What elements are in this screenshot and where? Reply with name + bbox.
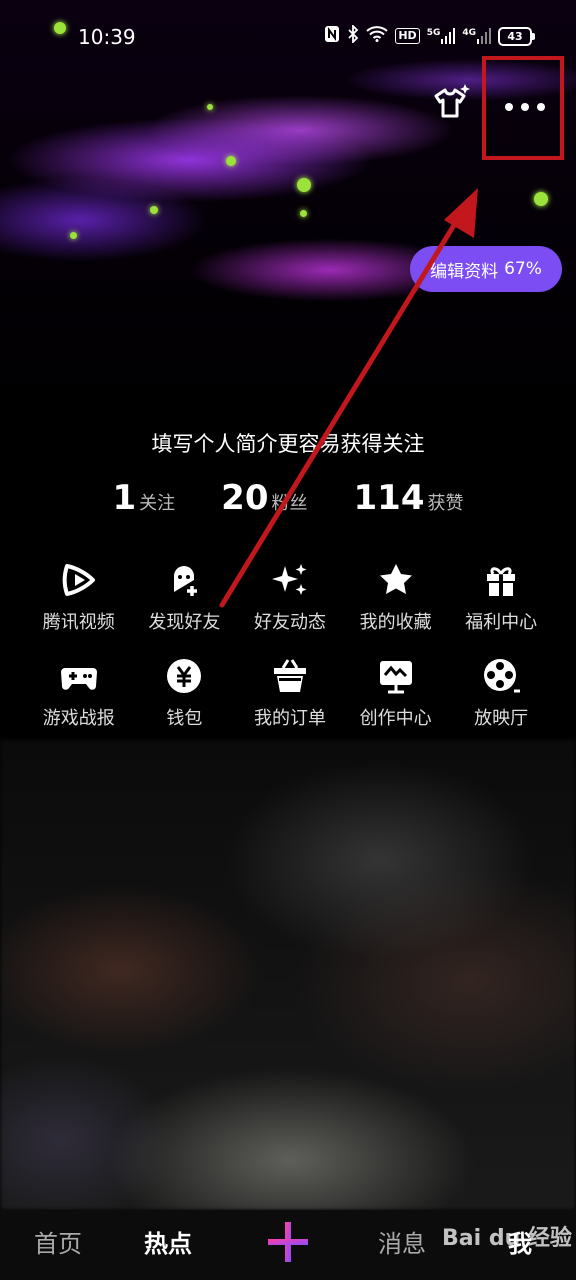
gamepad-icon	[60, 668, 97, 690]
my-orders-item[interactable]: 我的订单	[237, 656, 343, 730]
grid-label: 放映厅	[474, 708, 529, 729]
following-label: 关注	[139, 493, 176, 514]
following-stat[interactable]: 1 关注	[113, 478, 176, 518]
nav-home[interactable]: 首页	[34, 1224, 82, 1259]
grid-label: 我的收藏	[359, 612, 432, 633]
nfc-icon	[324, 25, 340, 47]
followers-label: 粉丝	[271, 493, 308, 514]
creator-center-item[interactable]: 创作中心	[343, 656, 449, 730]
outfit-button[interactable]	[428, 82, 472, 126]
grid-label: 好友动态	[253, 612, 326, 633]
5g-label: 5G	[426, 28, 441, 38]
grid-label: 发现好友	[148, 612, 221, 633]
followers-stat[interactable]: 20 粉丝	[221, 478, 307, 518]
blurred-content-feed	[0, 740, 576, 1210]
decor-dot	[207, 104, 213, 110]
basket-icon	[273, 659, 306, 692]
more-button[interactable]	[482, 56, 564, 160]
following-count: 1	[112, 478, 137, 518]
likes-count: 114	[353, 478, 425, 518]
decor-dot	[226, 156, 236, 166]
grid-label: 钱包	[166, 708, 203, 729]
favorites-item[interactable]: 我的收藏	[343, 560, 449, 634]
feature-grid-row-1: 腾讯视频 发现好友 好友动态 我的收藏 福利中心	[26, 560, 554, 634]
nav-messages[interactable]: 消息	[378, 1224, 426, 1259]
nav-hot[interactable]: 热点	[144, 1224, 192, 1259]
tshirt-icon	[434, 84, 470, 118]
likes-stat[interactable]: 114 获赞	[354, 478, 464, 518]
wallet-icon	[167, 659, 202, 693]
decor-dot	[297, 178, 311, 192]
4g-label: 4G	[462, 28, 476, 38]
likes-label: 获赞	[427, 493, 464, 514]
4g-signal-icon: 4G	[462, 28, 491, 44]
clock: 10:39	[78, 25, 136, 49]
create-button[interactable]	[266, 1220, 310, 1264]
sparkle-icon	[271, 564, 307, 595]
screening-room-item[interactable]: 放映厅	[448, 656, 554, 730]
grid-label: 游戏战报	[42, 708, 115, 729]
decor-dot	[70, 232, 77, 239]
battery-icon: 43	[498, 26, 535, 46]
grid-label: 创作中心	[359, 708, 432, 729]
plus-icon	[268, 1222, 308, 1262]
decor-dot	[150, 206, 158, 214]
status-icons: HD 5G 4G 43	[324, 23, 535, 47]
edit-profile-label: 编辑资料	[430, 261, 499, 282]
grid-label: 福利中心	[465, 612, 538, 633]
bio-hint[interactable]: 填写个人简介更容易获得关注	[0, 428, 576, 458]
feature-grid-row-2: 游戏战报 钱包 我的订单 创作中心 放映厅	[26, 656, 554, 730]
followers-count: 20	[221, 478, 269, 518]
hd-icon: HD	[395, 28, 420, 44]
edit-profile-button[interactable]: 编辑资料 67%	[410, 246, 562, 292]
discover-friends-icon	[174, 566, 198, 596]
game-report-item[interactable]: 游戏战报	[26, 656, 132, 730]
profile-stats: 1 关注 20 粉丝 114 获赞	[0, 478, 576, 518]
tencent-video-item[interactable]: 腾讯视频	[26, 560, 132, 634]
bluetooth-icon	[347, 23, 359, 47]
gift-icon	[487, 567, 516, 596]
rewards-center-item[interactable]: 福利中心	[448, 560, 554, 634]
friends-feed-item[interactable]: 好友动态	[237, 560, 343, 634]
decor-dot	[300, 210, 307, 217]
tencent-video-icon	[62, 564, 95, 596]
5g-signal-icon: 5G	[427, 28, 456, 44]
star-icon	[379, 564, 412, 594]
more-dots-icon	[505, 103, 545, 111]
edit-profile-percent: 67%	[504, 259, 542, 279]
film-reel-icon	[484, 659, 521, 693]
discover-friends-item[interactable]: 发现好友	[132, 560, 238, 634]
grid-label: 我的订单	[253, 708, 326, 729]
wifi-icon	[366, 26, 389, 46]
grid-label: 腾讯视频	[42, 612, 115, 633]
creator-icon	[379, 661, 412, 694]
decor-dot	[534, 192, 548, 206]
wallet-item[interactable]: 钱包	[132, 656, 238, 730]
baidu-watermark: Bai du 经验	[442, 1226, 572, 1251]
